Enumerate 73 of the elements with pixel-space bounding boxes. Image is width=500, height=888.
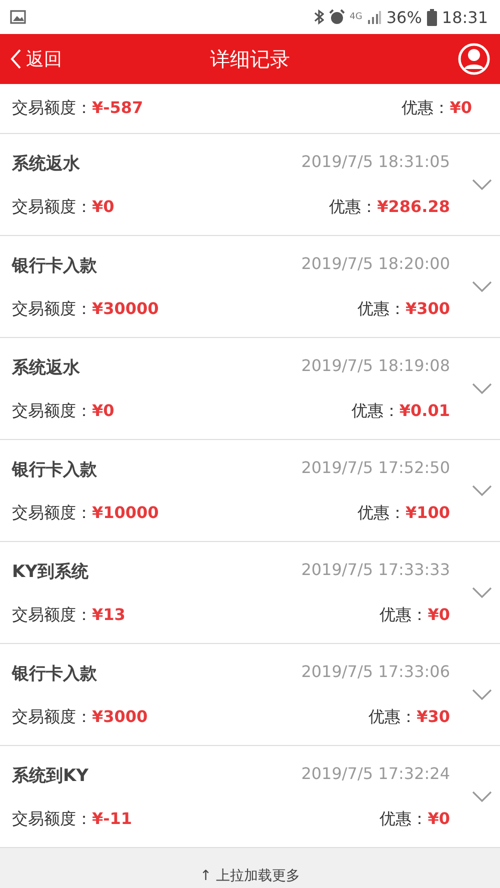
back-button[interactable]: 返回 <box>10 47 62 71</box>
record-title: 系统返水 <box>12 356 80 378</box>
amount-label: 交易额度： <box>12 98 92 119</box>
discount-value: ¥0 <box>450 98 472 119</box>
clock-time: 18:31 <box>442 8 488 26</box>
discount-label: 优惠： <box>329 196 378 218</box>
battery-percentage: 36% <box>386 8 422 26</box>
discount-label: 优惠： <box>380 604 428 626</box>
amount-value: ¥10000 <box>92 502 159 524</box>
amount-label: 交易额度： <box>12 706 92 728</box>
record-title: 银行卡入款 <box>12 662 97 684</box>
amount-value: ¥-11 <box>92 808 132 830</box>
alarm-clock-icon <box>328 9 345 25</box>
chevron-down-icon[interactable] <box>472 484 492 496</box>
record-row[interactable]: 系统返水 2019/7/5 18:19:08 交易额度：¥0 优惠：¥0.01 <box>0 338 500 440</box>
battery-icon <box>426 8 437 26</box>
amount-value: ¥0 <box>92 400 114 422</box>
record-row[interactable]: 银行卡入款 2019/7/5 18:20:00 交易额度：¥30000 优惠：¥300 <box>0 236 500 338</box>
record-row[interactable]: KY到系统 2019/7/5 17:33:33 交易额度：¥13 优惠：¥0 <box>0 542 500 644</box>
discount-value: ¥0 <box>428 604 450 626</box>
record-row[interactable]: 交易额度：¥-587 优惠：¥0 <box>0 84 500 134</box>
chevron-down-icon[interactable] <box>472 178 492 190</box>
amount-label: 交易额度： <box>12 502 92 524</box>
discount-label: 优惠： <box>368 706 417 728</box>
record-time: 2019/7/5 18:19:08 <box>301 356 450 374</box>
amount-value: ¥-587 <box>92 98 144 119</box>
discount-value: ¥0 <box>428 808 450 830</box>
amount-label: 交易额度： <box>12 604 92 626</box>
record-time: 2019/7/5 17:32:24 <box>301 764 450 782</box>
discount-label: 优惠： <box>351 400 400 422</box>
record-time: 2019/7/5 18:31:05 <box>301 152 450 170</box>
chevron-down-icon[interactable] <box>472 688 492 700</box>
user-avatar-icon[interactable] <box>458 43 490 75</box>
amount-value: ¥0 <box>92 196 114 218</box>
record-time: 2019/7/5 17:33:33 <box>301 560 450 578</box>
record-row[interactable]: 银行卡入款 2019/7/5 17:33:06 交易额度：¥3000 优惠：¥30 <box>0 644 500 746</box>
chevron-down-icon[interactable] <box>472 790 492 802</box>
discount-value: ¥0.01 <box>399 400 450 422</box>
record-row[interactable]: 系统返水 2019/7/5 18:31:05 交易额度：¥0 优惠：¥286.28 <box>0 134 500 236</box>
record-row[interactable]: 银行卡入款 2019/7/5 17:52:50 交易额度：¥10000 优惠：¥100 <box>0 440 500 542</box>
signal-icon <box>367 10 382 24</box>
discount-value: ¥286.28 <box>377 196 450 218</box>
amount-value: ¥3000 <box>92 706 148 728</box>
record-title: 银行卡入款 <box>12 458 97 480</box>
amount-value: ¥30000 <box>92 298 159 320</box>
record-title: KY到系统 <box>12 560 88 582</box>
amount-label: 交易额度： <box>12 196 92 218</box>
record-time: 2019/7/5 18:20:00 <box>301 254 450 272</box>
amount-label: 交易额度： <box>12 400 92 422</box>
discount-value: ¥300 <box>405 298 450 320</box>
amount-label: 交易额度： <box>12 808 92 830</box>
discount-label: 优惠： <box>357 502 406 524</box>
network-label: 4G <box>350 12 362 22</box>
discount-label: 优惠： <box>357 298 406 320</box>
record-title: 银行卡入款 <box>12 254 97 276</box>
discount-value: ¥30 <box>416 706 450 728</box>
discount-label: 优惠： <box>380 808 428 830</box>
record-time: 2019/7/5 17:52:50 <box>301 458 450 476</box>
bluetooth-icon <box>314 9 324 25</box>
amount-value: ¥13 <box>92 604 126 626</box>
record-title: 系统到KY <box>12 764 88 786</box>
record-title: 系统返水 <box>12 152 80 174</box>
chevron-down-icon[interactable] <box>472 382 492 394</box>
chevron-down-icon[interactable] <box>472 586 492 598</box>
amount-label: 交易额度： <box>12 298 92 320</box>
load-more-hint: ↑ 上拉加载更多 <box>200 867 300 885</box>
image-icon <box>10 10 26 24</box>
chevron-down-icon[interactable] <box>472 280 492 292</box>
record-time: 2019/7/5 17:33:06 <box>301 662 450 680</box>
discount-label: 优惠： <box>402 98 450 119</box>
page-title: 详细记录 <box>210 46 290 72</box>
discount-value: ¥100 <box>405 502 450 524</box>
chevron-left-icon <box>10 48 22 70</box>
